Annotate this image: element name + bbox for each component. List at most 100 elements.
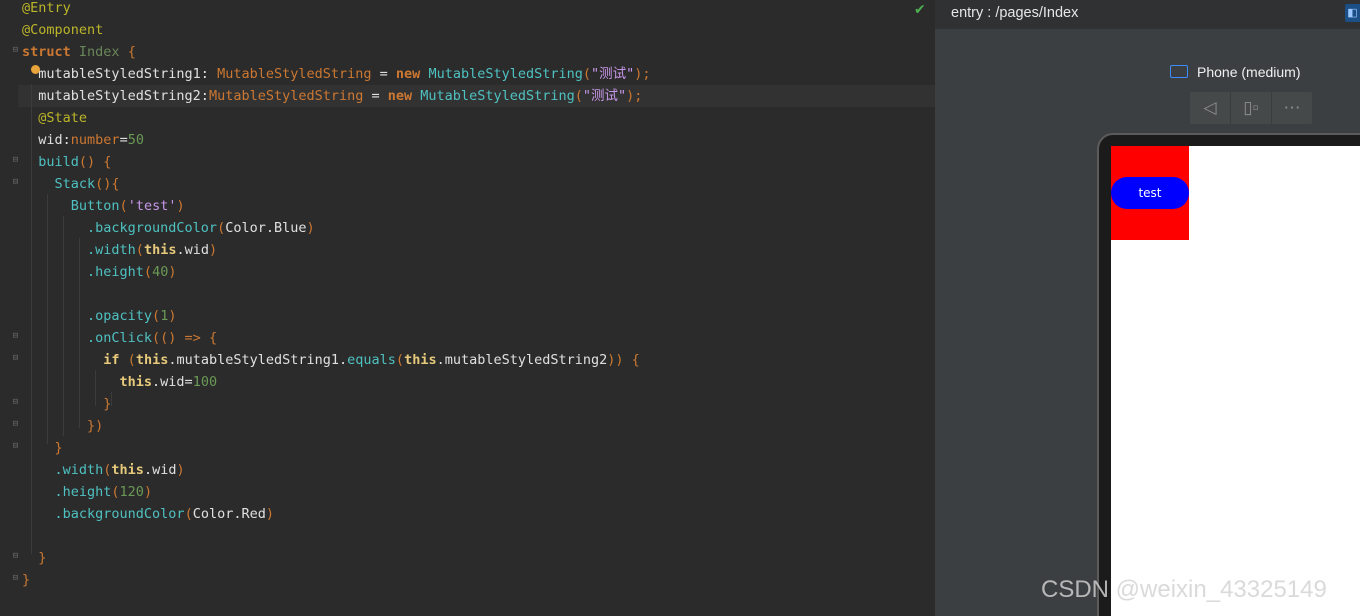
code-token: mutableStyledString1: — [22, 66, 218, 82]
fold-marker-icon[interactable]: ⊟ — [11, 46, 20, 55]
code-token: "测试" — [591, 66, 635, 82]
device-rotate-icon[interactable]: ▯▫ — [1231, 92, 1271, 124]
code-token: @Component — [22, 22, 104, 38]
fold-marker-icon[interactable]: ⊟ — [11, 552, 20, 561]
code-line[interactable]: } — [22, 393, 111, 415]
phone-screen: test — [1111, 146, 1360, 616]
code-token: .width — [22, 242, 136, 258]
code-token: equals — [347, 352, 396, 368]
code-token: ) — [208, 242, 218, 258]
code-token: } — [22, 572, 31, 588]
panel-toggle-icon[interactable]: ◧ — [1345, 4, 1360, 22]
device-name[interactable]: Phone (medium) — [1197, 64, 1301, 80]
code-editor[interactable]: ⊟ ⊟ ⊟ ⊟ ⊟ ⊟ ⊟ ⊟ ⊟ ⊟ @Entry @Component stru… — [0, 0, 935, 616]
code-token: new — [395, 66, 421, 82]
previewer-header: entry : /pages/Index ◧ — [935, 0, 1360, 29]
code-line[interactable]: this.wid=100 — [22, 371, 218, 393]
code-token: MutableStyledString — [217, 66, 372, 82]
code-token: ) — [265, 506, 274, 522]
code-token: ); — [634, 66, 651, 82]
code-line[interactable]: wid:number=50 — [22, 129, 144, 151]
lightbulb-icon[interactable] — [31, 65, 40, 74]
code-token: Color.Blue — [225, 220, 307, 236]
code-line[interactable]: .onClick(() => { — [22, 327, 217, 349]
code-line[interactable]: mutableStyledString1: MutableStyledStrin… — [22, 63, 651, 85]
fold-marker-icon[interactable]: ⊟ — [11, 574, 20, 583]
code-token: 50 — [127, 132, 144, 148]
code-token: ( — [119, 352, 136, 368]
code-token: ( — [582, 66, 592, 82]
code-token: mutableStyledString2: — [22, 88, 209, 104]
fold-marker-icon[interactable]: ⊟ — [11, 442, 20, 451]
code-token: }) — [22, 418, 104, 434]
code-line[interactable]: .height(120) — [22, 481, 153, 503]
code-line[interactable]: struct Index { — [22, 41, 136, 63]
watermark: CSDN @weixin_43325149 — [1041, 576, 1327, 603]
fold-marker-icon[interactable]: ⊟ — [11, 354, 20, 363]
code-token: ( — [574, 88, 583, 104]
code-line[interactable]: @Component — [22, 19, 103, 41]
code-token: ) — [176, 462, 185, 478]
code-token: (() => { — [152, 330, 218, 346]
fold-marker-icon[interactable]: ⊟ — [11, 156, 20, 165]
fold-marker-icon[interactable]: ⊟ — [11, 332, 20, 341]
code-token: .opacity — [22, 308, 153, 324]
code-line[interactable]: Stack(){ — [22, 173, 120, 195]
code-token: ) — [168, 264, 177, 280]
code-token: ) — [143, 484, 153, 500]
code-token: ( — [395, 352, 405, 368]
code-token: 40 — [152, 264, 169, 280]
code-line[interactable]: } — [22, 437, 63, 459]
code-token: .wid — [143, 462, 177, 478]
code-line[interactable]: @Entry — [22, 0, 71, 19]
code-token: ) — [306, 220, 315, 236]
code-token: = — [363, 88, 388, 104]
more-dots-icon[interactable]: ⋯ — [1272, 92, 1312, 124]
fold-marker-icon[interactable]: ⊟ — [11, 398, 20, 407]
code-token: build — [22, 154, 79, 170]
previewer-panel: entry : /pages/Index ◧ Phone (medium) ◁ … — [935, 0, 1360, 616]
fold-marker-icon[interactable]: ⊟ — [11, 420, 20, 429]
code-line[interactable]: } — [22, 569, 30, 591]
code-line[interactable]: .backgroundColor(Color.Blue) — [22, 217, 315, 239]
code-line[interactable]: }) — [22, 415, 103, 437]
code-token: this — [143, 242, 177, 258]
code-line[interactable]: if (this.mutableStyledString1.equals(thi… — [22, 349, 640, 371]
code-token: .onClick — [22, 330, 153, 346]
code-line[interactable]: .height(40) — [22, 261, 176, 283]
code-line[interactable]: mutableStyledString2:MutableStyledString… — [22, 85, 642, 107]
code-token: "测试" — [582, 88, 627, 104]
code-token: MutableStyledString — [208, 88, 364, 104]
code-token: @State — [22, 110, 88, 126]
back-triangle-icon[interactable]: ◁ — [1190, 92, 1230, 124]
test-button[interactable]: test — [1111, 177, 1189, 209]
code-line[interactable]: .opacity(1) — [22, 305, 176, 327]
code-line[interactable]: @State — [22, 107, 87, 129]
code-token: ( — [184, 506, 193, 522]
code-token: () { — [78, 154, 112, 170]
code-token: Color.Red — [192, 506, 266, 522]
code-token: this — [22, 374, 153, 390]
code-token: this — [404, 352, 437, 368]
checkmark-icon: ✔ — [914, 2, 926, 18]
code-token: .height — [22, 484, 112, 500]
code-token: ( — [119, 198, 128, 214]
code-line[interactable]: } — [22, 547, 46, 569]
code-line[interactable]: .width(this.wid) — [22, 239, 217, 261]
previewer-toolbar: ◁ ▯▫ ⋯ — [1190, 92, 1312, 124]
code-token: Button — [22, 198, 120, 214]
code-token: } — [22, 396, 112, 412]
code-line[interactable]: .width(this.wid) — [22, 459, 185, 481]
code-line[interactable]: build() { — [22, 151, 111, 173]
code-line[interactable]: Button('test') — [22, 195, 185, 217]
code-token: .mutableStyledString2 — [436, 352, 608, 368]
code-token: { — [119, 44, 136, 60]
fold-marker-icon[interactable]: ⊟ — [11, 178, 20, 187]
code-token: (){ — [95, 176, 120, 192]
code-token: ( — [217, 220, 226, 236]
code-token: .wid — [176, 242, 209, 258]
code-token: 120 — [119, 484, 144, 500]
code-line[interactable]: .backgroundColor(Color.Red) — [22, 503, 275, 525]
code-token: .height — [22, 264, 144, 280]
